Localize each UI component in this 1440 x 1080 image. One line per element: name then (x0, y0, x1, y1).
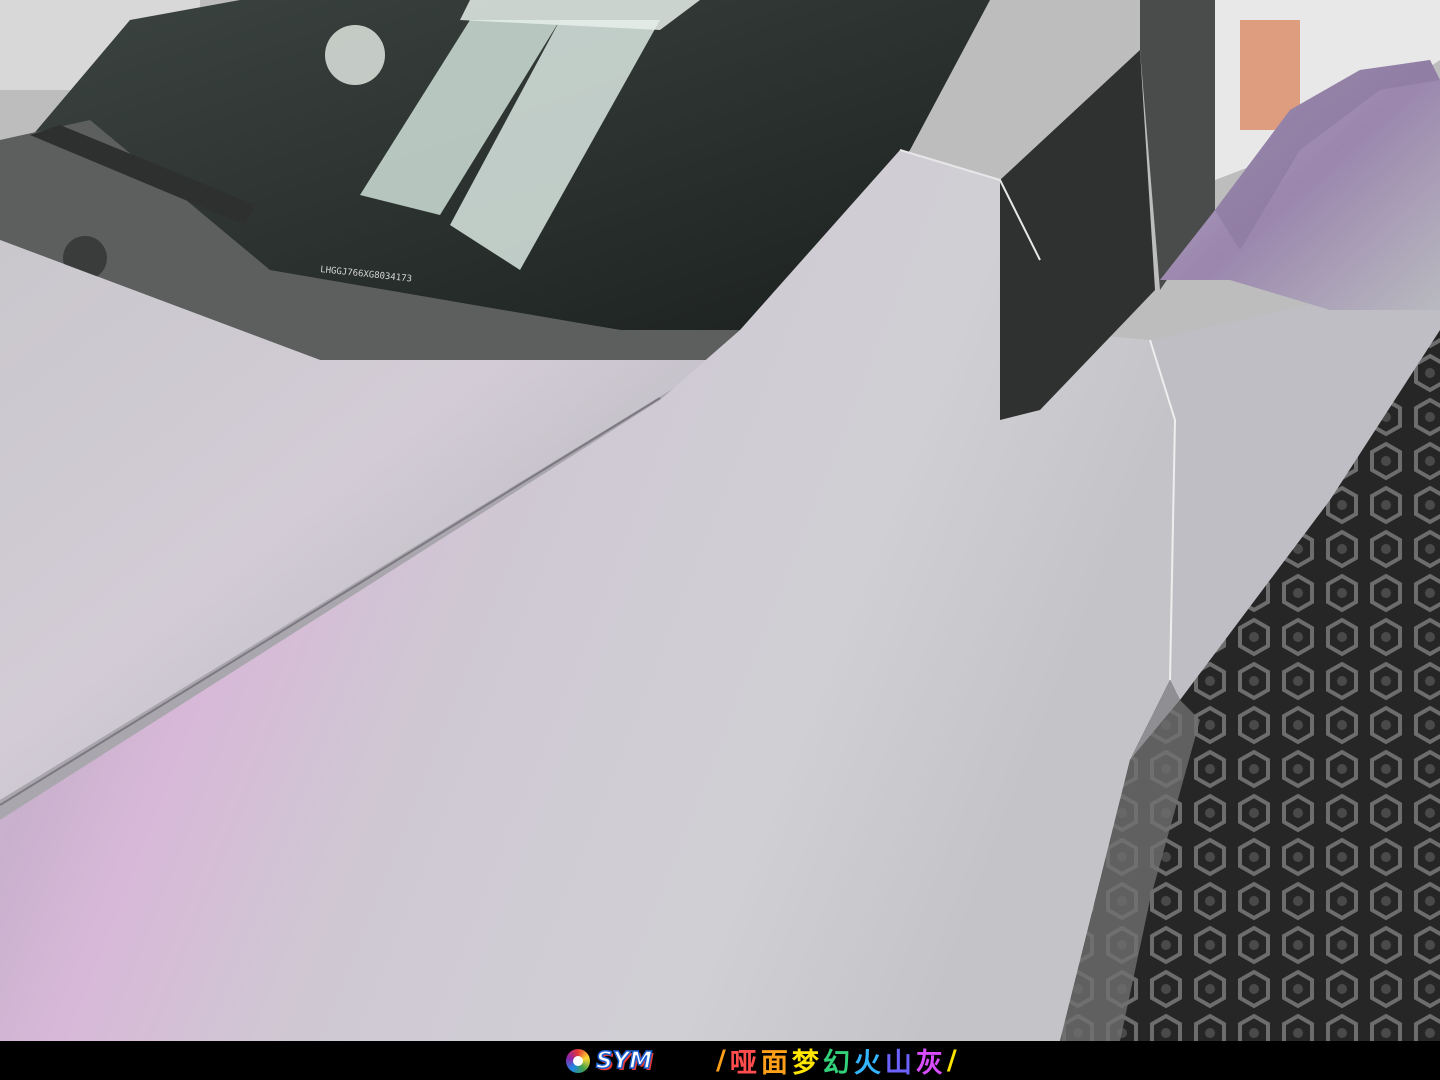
brand-logo-icon (566, 1049, 590, 1073)
caption-title-char: 幻 (822, 1048, 854, 1079)
caption-bar: SYM / 哑面梦幻火山灰 / (0, 1041, 1440, 1080)
brand-logo: SYM (566, 1046, 653, 1076)
ceiling-light-reflection (325, 25, 385, 85)
car-photo-illustration: LHGGJ766XG8034173 (0, 0, 1440, 1041)
caption-title-char: 面 (760, 1048, 792, 1079)
caption-separator-right: / (946, 1045, 961, 1076)
caption-title-char: 梦 (791, 1048, 823, 1079)
caption-title-char: 火 (853, 1048, 885, 1079)
caption-title-char: 灰 (915, 1048, 947, 1079)
caption-title-char: 哑 (729, 1048, 761, 1079)
caption-separator-left: / (716, 1045, 730, 1076)
caption-title-char: 山 (884, 1048, 916, 1079)
caption-title: / 哑面梦幻火山灰 / (716, 1045, 961, 1079)
brand-logo-text: SYM (595, 1047, 653, 1075)
car-photo: LHGGJ766XG8034173 (0, 0, 1440, 1041)
caption-title-text: 哑面梦幻火山灰 (730, 1041, 947, 1080)
